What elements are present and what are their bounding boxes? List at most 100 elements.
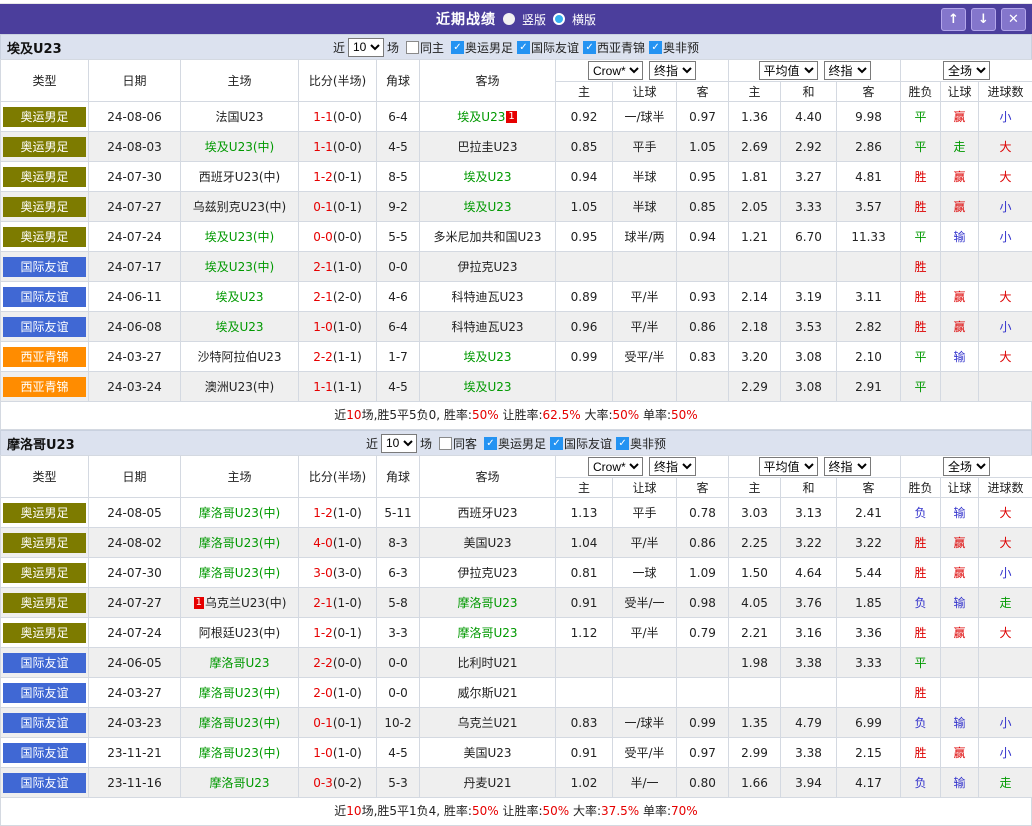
result-wdl: 平: [901, 102, 941, 132]
away-team: 埃及U23: [420, 162, 556, 192]
final-odds-select-2[interactable]: 终指: [824, 61, 871, 80]
close-button[interactable]: ✕: [1001, 8, 1026, 31]
move-up-button[interactable]: ↑: [941, 8, 966, 31]
summary-segment: 10: [346, 408, 361, 422]
euro-draw-odds: 6.70: [781, 222, 837, 252]
scope-select[interactable]: 全场: [943, 61, 990, 80]
league-checkbox-label: 奥非预: [663, 39, 699, 56]
final-odds-select[interactable]: 终指: [649, 457, 696, 476]
col-header-result-wdl: 胜负: [901, 82, 941, 102]
final-odds-select-2[interactable]: 终指: [824, 457, 871, 476]
scope-select[interactable]: 全场: [943, 457, 990, 476]
checkbox-icon[interactable]: ✓: [484, 437, 497, 450]
away-team: 美国U23: [420, 738, 556, 768]
away-team: 伊拉克U23: [420, 252, 556, 282]
home-team: 沙特阿拉伯U23: [181, 342, 299, 372]
euro-away-odds: [837, 678, 901, 708]
col-header-type: 类型: [1, 456, 89, 498]
final-score: 2-1: [313, 290, 333, 304]
same-venue-checkbox[interactable]: 同主: [402, 39, 444, 56]
league-checkbox-label: 西亚青锦: [597, 39, 645, 56]
match-row: 奥运男足24-07-271乌克兰U23(中)2-1(1-0)5-8摩洛哥U230…: [1, 588, 1032, 618]
euro-away-odds: 5.44: [837, 558, 901, 588]
same-venue-checkbox[interactable]: 同客: [435, 435, 477, 452]
checkbox-icon[interactable]: ✓: [583, 41, 596, 54]
final-odds-select[interactable]: 终指: [649, 61, 696, 80]
result-goals: [979, 372, 1032, 402]
away-team: 乌克兰U21: [420, 708, 556, 738]
checkbox-icon[interactable]: [406, 41, 419, 54]
league-type-badge: 奥运男足: [3, 623, 86, 643]
asian-home-odds: 0.81: [556, 558, 613, 588]
checkbox-icon[interactable]: ✓: [616, 437, 629, 450]
league-type-cell: 国际友谊: [1, 252, 89, 282]
asian-away-odds: 1.09: [677, 558, 729, 588]
move-down-button[interactable]: ↓: [971, 8, 996, 31]
league-type-cell: 奥运男足: [1, 618, 89, 648]
asian-handicap: 平/半: [613, 312, 677, 342]
league-type-cell: 国际友谊: [1, 312, 89, 342]
league-checkbox[interactable]: ✓西亚青锦: [579, 39, 645, 56]
bookmaker-select[interactable]: Crow*: [588, 61, 643, 80]
col-header-asian-home: 主: [556, 82, 613, 102]
league-checkbox[interactable]: ✓奥运男足: [480, 435, 546, 452]
euro-draw-odds: 2.92: [781, 132, 837, 162]
recent-count-select[interactable]: 10: [381, 434, 417, 453]
recent-count-select[interactable]: 10: [348, 38, 384, 57]
filter-bar: 近 10 场 同主 ✓奥运男足✓国际友谊✓西亚青锦✓奥非预: [333, 38, 699, 57]
checkbox-icon[interactable]: ✓: [649, 41, 662, 54]
league-type-badge: 奥运男足: [3, 167, 86, 187]
match-score: 0-3(0-2): [299, 768, 377, 798]
result-goals: 大: [979, 618, 1032, 648]
checkbox-icon[interactable]: ✓: [451, 41, 464, 54]
home-team: 埃及U23(中): [181, 252, 299, 282]
half-score: (1-0): [333, 686, 362, 700]
league-checkbox[interactable]: ✓奥运男足: [447, 39, 513, 56]
league-type-badge: 国际友谊: [3, 287, 86, 307]
bookmaker-select[interactable]: Crow*: [588, 457, 643, 476]
checkbox-icon[interactable]: [439, 437, 452, 450]
half-score: (0-2): [333, 776, 362, 790]
euro-home-odds: 1.66: [729, 768, 781, 798]
league-checkbox[interactable]: ✓奥非预: [612, 435, 666, 452]
final-score: 4-0: [313, 536, 333, 550]
horizontal-layout-label[interactable]: 横版: [572, 11, 596, 28]
horizontal-layout-radio[interactable]: [553, 13, 565, 25]
asian-home-odds: 1.13: [556, 498, 613, 528]
euro-away-odds: 2.15: [837, 738, 901, 768]
average-select[interactable]: 平均值: [759, 457, 818, 476]
match-score: 2-1(1-0): [299, 588, 377, 618]
match-row: 国际友谊24-06-11埃及U232-1(2-0)4-6科特迪瓦U230.89平…: [1, 282, 1032, 312]
col-header-home: 主场: [181, 60, 299, 102]
filter-games-label: 场: [420, 435, 432, 452]
league-checkbox[interactable]: ✓国际友谊: [546, 435, 612, 452]
match-date: 24-08-05: [89, 498, 181, 528]
asian-handicap: [613, 372, 677, 402]
asian-handicap: 受平/半: [613, 342, 677, 372]
euro-home-odds: 1.21: [729, 222, 781, 252]
match-row: 国际友谊24-03-27摩洛哥U23(中)2-0(1-0)0-0威尔斯U21胜: [1, 678, 1032, 708]
summary-segment: 场,胜5平1负4, 胜率:: [362, 804, 472, 818]
corner-count: 6-3: [377, 558, 420, 588]
result-handicap: 走: [941, 132, 979, 162]
average-select[interactable]: 平均值: [759, 61, 818, 80]
home-team: 摩洛哥U23: [181, 768, 299, 798]
match-score: 0-1(0-1): [299, 192, 377, 222]
checkbox-icon[interactable]: ✓: [517, 41, 530, 54]
euro-home-odds: 2.99: [729, 738, 781, 768]
match-date: 24-06-08: [89, 312, 181, 342]
euro-home-odds: 2.14: [729, 282, 781, 312]
match-score: 2-2(1-1): [299, 342, 377, 372]
summary-row: 近10场,胜5平5负0, 胜率:50% 让胜率:62.5% 大率:50% 单率:…: [0, 402, 1032, 430]
asian-away-odds: 0.80: [677, 768, 729, 798]
away-team: 科特迪瓦U23: [420, 312, 556, 342]
vertical-layout-label[interactable]: 竖版: [522, 11, 546, 28]
checkbox-icon[interactable]: ✓: [550, 437, 563, 450]
vertical-layout-radio[interactable]: [503, 13, 515, 25]
league-type-badge: 国际友谊: [3, 713, 86, 733]
home-team: 摩洛哥U23(中): [181, 528, 299, 558]
half-score: (0-1): [333, 170, 362, 184]
league-checkbox[interactable]: ✓奥非预: [645, 39, 699, 56]
corner-count: 6-4: [377, 102, 420, 132]
league-checkbox[interactable]: ✓国际友谊: [513, 39, 579, 56]
